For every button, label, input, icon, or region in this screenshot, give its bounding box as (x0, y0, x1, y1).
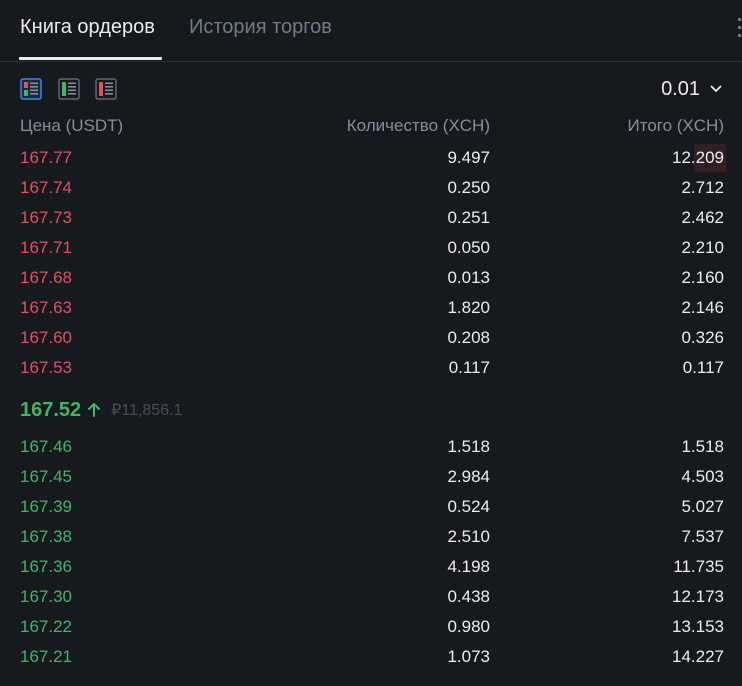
precision-value: 0.01 (661, 78, 700, 100)
tab-bar: Книга ордеров История торгов (0, 0, 742, 62)
order-book-toolbar: 0.01 (0, 61, 742, 113)
tab-trade-history[interactable]: История торгов (189, 14, 332, 40)
ask-row[interactable]: 167.63 1.820 2.146 (0, 293, 742, 323)
bid-row[interactable]: 167.39 0.524 5.027 (0, 492, 742, 522)
row-price: 167.63 (20, 298, 72, 317)
row-price: 167.71 (20, 238, 72, 257)
precision-select[interactable]: 0.01 (661, 77, 722, 101)
view-bids-button[interactable] (58, 78, 80, 100)
row-quantity: 0.251 (447, 208, 490, 227)
row-quantity: 0.050 (447, 238, 490, 257)
ask-row[interactable]: 167.71 0.050 2.210 (0, 233, 742, 263)
row-price: 167.36 (20, 557, 72, 576)
bid-row[interactable]: 167.45 2.984 4.503 (0, 462, 742, 492)
order-book-bids-icon (58, 78, 80, 100)
row-total: 12.173 (672, 587, 724, 606)
row-price: 167.30 (20, 587, 72, 606)
order-book-both-icon (20, 78, 42, 100)
bid-row[interactable]: 167.38 2.510 7.537 (0, 522, 742, 552)
row-price: 167.46 (20, 437, 72, 456)
row-total: 11.735 (673, 557, 724, 576)
row-price: 167.60 (20, 328, 72, 347)
order-book-asks-icon (95, 78, 117, 100)
row-quantity: 4.198 (447, 557, 490, 576)
last-price-value: 167.52 (20, 398, 82, 421)
row-total: 0.326 (681, 328, 724, 347)
row-quantity: 0.117 (448, 358, 490, 377)
header-price: Цена (USDT) (20, 116, 124, 135)
header-quantity: Количество (XCH) (346, 116, 490, 135)
row-quantity: 1.518 (447, 437, 490, 456)
row-total: 7.537 (681, 527, 724, 546)
column-headers: Цена (USDT) Количество (XCH) Итого (XCH) (0, 116, 742, 138)
row-total: 12.209 (672, 148, 724, 167)
tab-order-book[interactable]: Книга ордеров (20, 14, 155, 40)
row-price: 167.39 (20, 497, 72, 516)
last-price[interactable]: 167.52 ₽11,856.1 (20, 397, 182, 423)
row-price: 167.53 (20, 358, 72, 377)
bid-row[interactable]: 167.22 0.980 13.153 (0, 612, 742, 642)
row-total: 1.518 (681, 437, 724, 456)
row-quantity: 2.984 (447, 467, 490, 486)
row-total: 2.160 (681, 268, 724, 287)
ask-row[interactable]: 167.68 0.013 2.160 (0, 263, 742, 293)
bid-row[interactable]: 167.30 0.438 12.173 (0, 582, 742, 612)
row-quantity: 0.438 (447, 587, 490, 606)
row-total: 14.227 (672, 647, 724, 666)
row-total: 2.146 (681, 298, 724, 317)
ask-row[interactable]: 167.53 0.117 0.117 (0, 353, 742, 383)
row-price: 167.74 (20, 178, 72, 197)
row-total: 5.027 (681, 497, 724, 516)
row-quantity: 0.980 (447, 617, 490, 636)
row-price: 167.45 (20, 467, 72, 486)
row-quantity: 0.524 (447, 497, 490, 516)
row-quantity: 0.250 (447, 178, 490, 197)
last-price-fiat: ₽11,856.1 (111, 402, 183, 419)
ask-row[interactable]: 167.73 0.251 2.462 (0, 203, 742, 233)
row-total: 2.210 (681, 238, 724, 257)
row-quantity: 1.073 (447, 647, 490, 666)
bid-row[interactable]: 167.46 1.518 1.518 (0, 432, 742, 462)
ask-row[interactable]: 167.74 0.250 2.712 (0, 173, 742, 203)
row-total: 2.462 (681, 208, 724, 227)
row-price: 167.77 (20, 148, 72, 167)
row-total: 0.117 (682, 358, 724, 377)
arrow-up-icon (88, 403, 101, 417)
more-options-icon[interactable] (737, 18, 742, 40)
ask-row[interactable]: 167.77 9.497 12.209 (0, 143, 742, 173)
active-tab-indicator (19, 57, 162, 60)
row-quantity: 0.013 (447, 268, 490, 287)
ask-row[interactable]: 167.60 0.208 0.326 (0, 323, 742, 353)
row-price: 167.22 (20, 617, 72, 636)
row-quantity: 1.820 (447, 298, 490, 317)
bid-row[interactable]: 167.21 1.073 14.227 (0, 642, 742, 672)
row-price: 167.73 (20, 208, 72, 227)
view-asks-button[interactable] (95, 78, 117, 100)
row-total: 2.712 (681, 178, 724, 197)
row-price: 167.68 (20, 268, 72, 287)
row-total: 13.153 (672, 617, 724, 636)
order-book-panel: Книга ордеров История торгов 0.01 Цена (… (0, 0, 742, 686)
row-quantity: 9.497 (447, 148, 490, 167)
row-total: 4.503 (681, 467, 724, 486)
row-quantity: 2.510 (447, 527, 490, 546)
bid-row[interactable]: 167.36 4.198 11.735 (0, 552, 742, 582)
chevron-down-icon (710, 85, 722, 92)
row-price: 167.38 (20, 527, 72, 546)
view-both-button[interactable] (20, 78, 42, 100)
row-price: 167.21 (20, 647, 72, 666)
row-quantity: 0.208 (447, 328, 490, 347)
header-total: Итого (XCH) (627, 116, 725, 135)
